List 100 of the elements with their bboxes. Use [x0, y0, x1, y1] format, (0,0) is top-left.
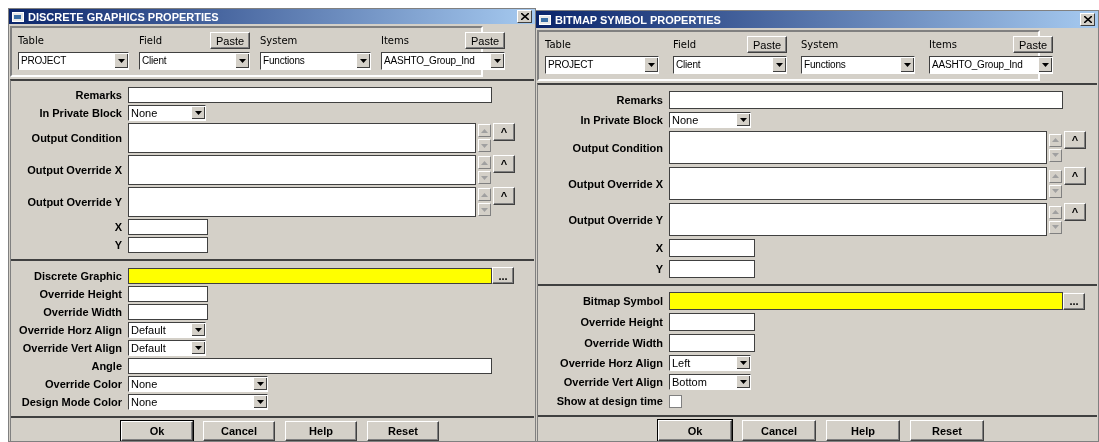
text-field[interactable] — [669, 239, 755, 257]
paste-button[interactable]: Paste — [747, 36, 787, 53]
dropdown[interactable]: Default — [128, 322, 206, 338]
field-label: Items — [929, 39, 957, 50]
field-label: Output Condition — [30, 132, 122, 144]
up-arrow-icon — [1052, 138, 1059, 142]
help-button[interactable]: Help — [285, 421, 357, 441]
text-field[interactable] — [128, 237, 208, 253]
scroll-down-button[interactable] — [478, 203, 491, 216]
dropdown[interactable]: Client — [673, 56, 787, 74]
scroll-down-button[interactable] — [1049, 220, 1062, 234]
text-field[interactable] — [669, 313, 755, 331]
text-area[interactable] — [128, 123, 476, 153]
scroll-down-button[interactable] — [478, 139, 491, 152]
expand-button[interactable]: ^ — [493, 155, 515, 173]
paste-button[interactable]: Paste — [210, 32, 250, 49]
dropdown[interactable]: Functions — [260, 52, 371, 70]
dropdown-arrow-icon — [257, 382, 264, 386]
dropdown[interactable]: None — [128, 376, 268, 392]
scroll-up-button[interactable] — [478, 124, 491, 137]
field-label: X — [113, 221, 122, 233]
up-arrow-icon — [481, 128, 488, 133]
text-field[interactable] — [669, 292, 1063, 310]
close-button[interactable] — [1080, 13, 1095, 26]
scroll-up-button[interactable] — [478, 188, 491, 201]
field-label: Remarks — [74, 89, 122, 101]
text-field[interactable] — [669, 91, 1063, 109]
field-label: Field — [139, 35, 163, 46]
text-area[interactable] — [669, 203, 1047, 236]
text-field[interactable] — [128, 358, 492, 374]
field-label: Override Horz Align — [18, 324, 122, 336]
expand-button[interactable]: ^ — [1064, 167, 1086, 185]
dropdown[interactable]: None — [128, 394, 268, 410]
field-label: Output Override Y — [26, 196, 122, 208]
paste-button[interactable]: Paste — [465, 32, 505, 49]
dropdown[interactable]: Left — [669, 355, 751, 371]
down-arrow-icon — [481, 175, 488, 180]
expand-button[interactable]: ^ — [493, 187, 515, 205]
field-label: Design Mode Color — [20, 396, 122, 408]
expand-button[interactable]: ^ — [1064, 131, 1086, 149]
text-field[interactable] — [128, 304, 208, 320]
text-field[interactable] — [128, 286, 208, 302]
cancel-button[interactable]: Cancel — [203, 421, 275, 441]
ok-button[interactable]: Ok — [121, 421, 193, 441]
reset-button[interactable]: Reset — [367, 421, 439, 441]
text-area[interactable] — [669, 167, 1047, 200]
field-label: Y — [654, 263, 663, 275]
dropdown[interactable]: AASHTO_Group_Ind — [381, 52, 505, 70]
text-field[interactable] — [128, 219, 208, 235]
dropdown[interactable]: Bottom — [669, 374, 751, 390]
reset-button[interactable]: Reset — [910, 420, 984, 441]
window-icon — [12, 11, 24, 22]
text-area[interactable] — [128, 155, 476, 185]
scroll-up-button[interactable] — [1049, 205, 1062, 219]
field-label: Bitmap Symbol — [581, 295, 663, 307]
scroll-up-button[interactable] — [478, 156, 491, 169]
dropdown[interactable]: None — [669, 112, 751, 128]
field-label: Override Height — [38, 288, 122, 300]
scroll-down-button[interactable] — [1049, 148, 1062, 162]
window-title: DISCRETE GRAPHICS PROPERTIES — [28, 10, 220, 23]
dropdown[interactable]: Client — [139, 52, 250, 70]
field-label: Table — [545, 39, 571, 50]
dropdown-arrow-icon — [360, 59, 367, 63]
expand-button[interactable]: ^ — [1064, 203, 1086, 221]
browse-button[interactable]: ... — [492, 267, 514, 284]
checkbox[interactable] — [669, 394, 682, 408]
scroll-down-button[interactable] — [1049, 184, 1062, 198]
field-label: Override Width — [42, 306, 122, 318]
browse-button[interactable]: ... — [1063, 292, 1085, 310]
dropdown-arrow-icon — [648, 63, 655, 67]
up-arrow-icon — [1052, 210, 1059, 214]
text-area[interactable] — [128, 187, 476, 217]
dropdown-arrow-icon — [904, 63, 911, 67]
dropdown[interactable]: Functions — [801, 56, 915, 74]
field-label: Output Override Y — [567, 213, 663, 226]
field-label: Items — [381, 35, 409, 46]
cancel-button[interactable]: Cancel — [742, 420, 816, 441]
ok-button[interactable]: Ok — [658, 420, 732, 441]
help-button[interactable]: Help — [826, 420, 900, 441]
field-label: Override Height — [579, 316, 663, 328]
expand-button[interactable]: ^ — [493, 123, 515, 141]
dropdown[interactable]: PROJECT — [545, 56, 659, 74]
text-area[interactable] — [669, 131, 1047, 164]
text-field[interactable] — [669, 260, 755, 278]
dropdown[interactable]: None — [128, 105, 206, 121]
dropdown[interactable]: AASHTO_Group_Ind — [929, 56, 1053, 74]
scroll-down-button[interactable] — [478, 171, 491, 184]
paste-button[interactable]: Paste — [1013, 36, 1053, 53]
dropdown[interactable]: Default — [128, 340, 206, 356]
scroll-up-button[interactable] — [1049, 169, 1062, 183]
close-button[interactable] — [517, 10, 532, 23]
text-field[interactable] — [128, 87, 492, 103]
text-field[interactable] — [669, 334, 755, 352]
field-label: Field — [673, 39, 697, 50]
up-arrow-icon — [1052, 174, 1059, 178]
field-label: Y — [113, 239, 122, 251]
field-label: Override Vert Align — [562, 376, 663, 388]
scroll-up-button[interactable] — [1049, 133, 1062, 147]
text-field[interactable] — [128, 267, 492, 284]
dropdown[interactable]: PROJECT — [18, 52, 129, 70]
